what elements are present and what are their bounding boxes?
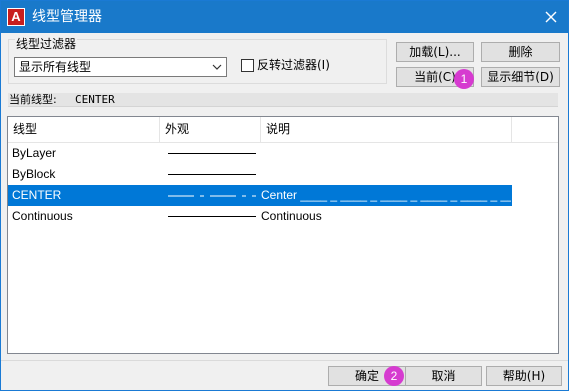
footer-divider [1,360,568,361]
linetype-appearance [166,164,262,185]
linetype-description [261,164,511,185]
current-linetype-value: CENTER [75,93,115,106]
linetype-description [261,143,511,164]
invert-filter-checkbox-box[interactable] [241,58,254,72]
linetype-name: CENTER [12,188,62,202]
table-row[interactable]: ByBlock [8,164,512,185]
help-button[interactable]: 帮助(H) [486,366,562,386]
chevron-down-icon [212,64,222,70]
close-icon [545,11,557,23]
linetype-description: Continuous [261,209,322,223]
annotation-badge-1: 1 [454,69,474,89]
list-header: 线型 外观 说明 [8,117,558,143]
close-button[interactable] [538,4,564,30]
table-row[interactable]: ByLayer [8,143,512,164]
linetype-filter-value: 显示所有线型 [19,60,92,74]
invert-filter-checkbox[interactable]: 反转过滤器(I) [241,57,330,73]
invert-filter-label: 反转过滤器(I) [257,58,330,72]
linetype-name: ByLayer [12,146,57,160]
current-linetype-label: 当前线型: [9,93,57,106]
linetype-name: Continuous [12,209,73,223]
show-details-button[interactable]: 显示细节(D) [481,67,560,87]
delete-button[interactable]: 删除 [481,42,560,62]
linetype-description: Center ____ _ ____ _ ____ _ ____ _ ____ … [261,188,511,202]
autocad-app-icon: A [7,8,25,26]
linetype-filter-label: 线型过滤器 [15,37,78,51]
solid-line-sample [168,153,256,154]
cancel-button[interactable]: 取消 [405,366,482,386]
table-row[interactable]: Continuous Continuous [8,206,512,227]
solid-line-sample [168,174,256,175]
column-header-description[interactable]: 说明 [261,117,512,142]
linetype-list[interactable]: 线型 外观 说明 ByLayer ByBlock CENTER Center _… [7,116,559,354]
load-button[interactable]: 加载(L)... [396,42,474,62]
linetype-appearance [166,206,262,227]
linetype-appearance [166,143,262,164]
solid-line-sample [168,216,256,217]
window-title: 线型管理器 [32,9,102,25]
title-bar[interactable]: A 线型管理器 [1,1,568,33]
table-row-selected[interactable]: CENTER Center ____ _ ____ _ ____ _ ____ … [8,185,512,206]
annotation-badge-2: 2 [384,366,404,386]
column-header-linetype[interactable]: 线型 [8,117,160,142]
center-line-sample [168,195,256,197]
linetype-manager-dialog: A 线型管理器 线型过滤器 显示所有线型 反转过滤器(I) 加载(L)... 删… [0,0,569,391]
linetype-filter-select[interactable]: 显示所有线型 [14,57,227,77]
linetype-name: ByBlock [12,167,56,181]
column-header-appearance[interactable]: 外观 [160,117,261,142]
linetype-appearance [166,185,262,206]
